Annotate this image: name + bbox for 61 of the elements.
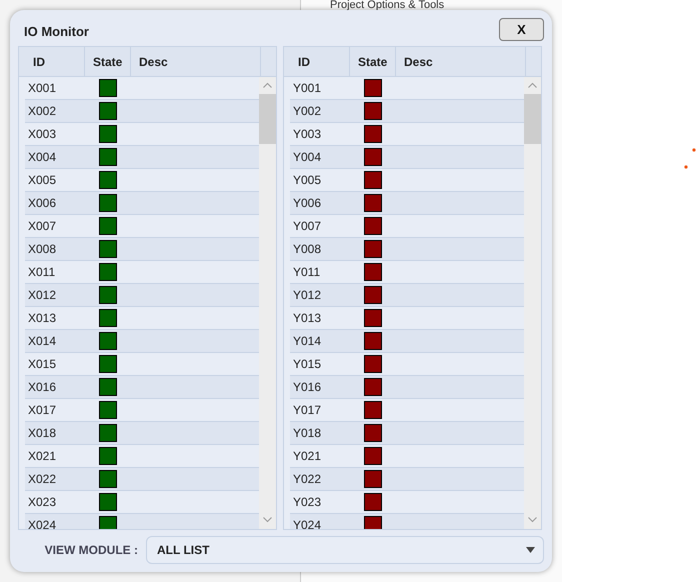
table-cell-text: X014 xyxy=(27,333,58,350)
table-cell-text: X017 xyxy=(27,402,58,419)
table-cell-text: X008 xyxy=(27,241,58,258)
table-cell-text: Y021 xyxy=(292,448,322,465)
table-cell-text: Y004 xyxy=(292,149,322,166)
table-cell-text: Y003 xyxy=(292,126,322,143)
column-header[interactable]: ID xyxy=(290,47,350,76)
scroll-up-icon[interactable] xyxy=(263,82,272,88)
table-cell-text: X021 xyxy=(27,448,58,465)
table-cell-text: Y013 xyxy=(292,310,322,327)
close-button[interactable]: X xyxy=(499,18,544,41)
table-cell-text: X011 xyxy=(27,264,56,281)
table-cell-text: X016 xyxy=(27,379,58,396)
scroll-down-icon[interactable] xyxy=(263,517,272,523)
table-cell-text: X024 xyxy=(27,517,58,529)
table-cell-text: X015 xyxy=(27,356,58,373)
table-cell-text: X023 xyxy=(27,494,58,511)
window-title: IO Monitor xyxy=(23,23,89,41)
table-cell-text: X004 xyxy=(27,149,58,166)
scroll-up-icon[interactable] xyxy=(528,82,537,88)
column-header[interactable]: Desc xyxy=(131,47,261,76)
table-cell-text: X006 xyxy=(27,195,58,212)
scroll-down-icon[interactable] xyxy=(528,517,537,523)
table-cell-text: X001 xyxy=(27,80,58,97)
table-cell-text: Y012 xyxy=(292,287,322,304)
table-cell-text: Y022 xyxy=(292,471,322,488)
scrollbar[interactable] xyxy=(259,77,276,529)
table-cell-text: Y002 xyxy=(292,103,322,120)
scrollbar[interactable] xyxy=(524,77,541,529)
table-cell-text: X012 xyxy=(27,287,58,304)
table-cell-text: Y023 xyxy=(292,494,322,511)
table-cell-text: Y005 xyxy=(292,172,322,189)
table-cell-text: Y017 xyxy=(292,402,322,419)
table-cell-text: Y016 xyxy=(292,379,322,396)
table-cell-text: X013 xyxy=(27,310,58,327)
table-cell-text: X022 xyxy=(27,471,58,488)
module-dropdown[interactable]: ALL LIST xyxy=(146,536,544,564)
field-label: VIEW MODULE : xyxy=(44,542,139,559)
caret-icon xyxy=(526,547,535,553)
table-cell-text: Y007 xyxy=(292,218,322,235)
table-cell-text: X002 xyxy=(27,103,58,120)
table-cell-text: Y014 xyxy=(292,333,322,350)
column-header[interactable]: State xyxy=(85,47,131,76)
column-header[interactable]: State xyxy=(350,47,396,76)
column-header[interactable]: Desc xyxy=(396,47,526,76)
table-cell-text: Y015 xyxy=(292,356,322,373)
table-cell-text: Y008 xyxy=(292,241,322,258)
column-header[interactable]: ID xyxy=(25,47,85,76)
dots-drawing xyxy=(682,146,696,170)
scrollbar-thumb[interactable] xyxy=(259,94,276,144)
table-cell-text: Y011 xyxy=(292,264,322,281)
scrollbar-thumb[interactable] xyxy=(524,94,541,144)
table-cell-text: X018 xyxy=(27,425,58,442)
table-cell-text: Y006 xyxy=(292,195,322,212)
table-cell-text: X005 xyxy=(27,172,58,189)
table-cell-text: Y018 xyxy=(292,425,322,442)
table-cell-text: Y024 xyxy=(292,517,322,529)
tree-item[interactable]: Project Options & Tools xyxy=(330,0,444,11)
table-cell-text: X003 xyxy=(27,126,58,143)
table-cell-text: Y001 xyxy=(292,80,322,97)
table-cell-text: X007 xyxy=(27,218,58,235)
